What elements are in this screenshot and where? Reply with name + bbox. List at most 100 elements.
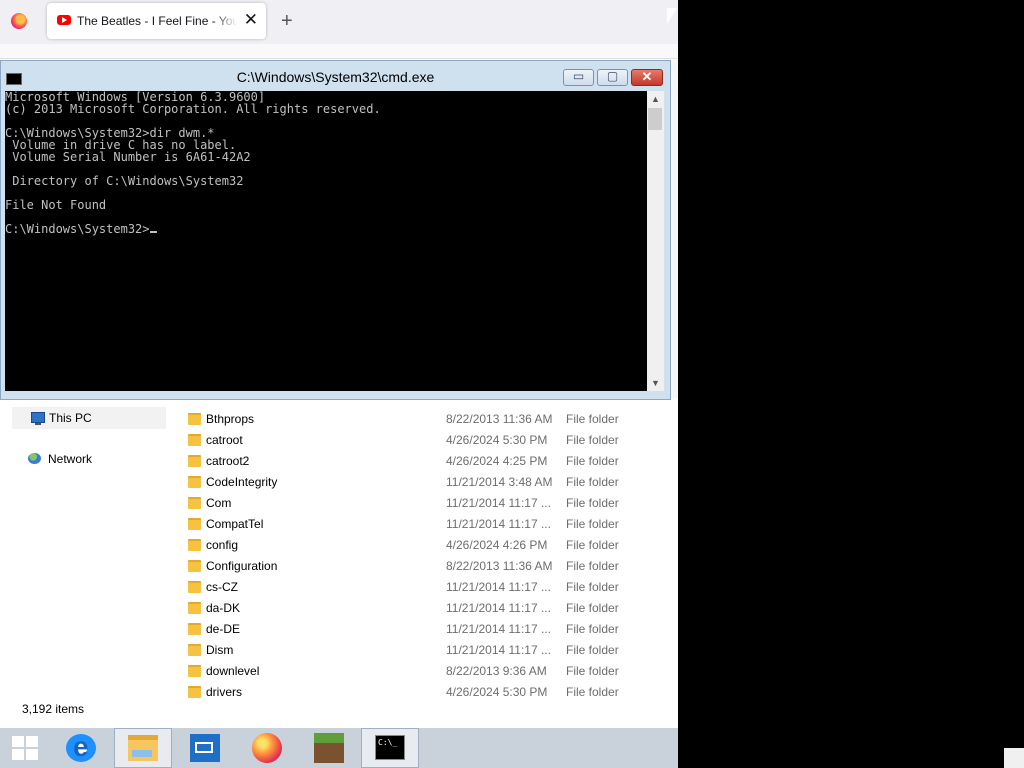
folder-icon [188,602,201,614]
navigation-pane: This PC Network [0,398,170,698]
list-item[interactable]: config 4/26/2024 4:26 PM File folder [180,534,670,555]
maximize-button[interactable]: ▢ [597,69,628,86]
new-tab-button[interactable]: + [281,10,293,32]
internet-explorer-icon [66,731,96,763]
start-button[interactable] [0,728,58,768]
file-date: 11/21/2014 11:17 ... [446,517,551,531]
list-item[interactable]: downlevel 8/22/2013 9:36 AM File folder [180,660,670,681]
file-date: 4/26/2024 5:30 PM [446,685,548,699]
console-line: File Not Found [5,198,107,212]
file-type: File folder [566,580,619,594]
file-name: CodeIntegrity [206,475,278,489]
vertical-scrollbar[interactable]: ▲ ▼ [647,91,664,391]
file-type: File folder [566,496,619,510]
file-type: File folder [566,643,619,657]
file-name: drivers [206,685,243,699]
file-date: 8/22/2013 9:36 AM [446,664,547,678]
file-type: File folder [566,559,619,573]
file-date: 4/26/2024 4:25 PM [446,454,548,468]
nav-item-label: This PC [49,411,92,425]
list-item[interactable]: da-DK 11/21/2014 11:17 ... File folder [180,597,670,618]
firefox-menu-icon[interactable] [11,13,27,29]
list-item[interactable]: catroot 4/26/2024 5:30 PM File folder [180,429,670,450]
firefox-icon [252,733,282,763]
file-name: cs-CZ [206,580,238,594]
file-type: File folder [566,622,619,636]
minimize-icon: ▭ [572,69,585,83]
mouse-pointer-icon [667,8,677,24]
file-date: 11/21/2014 11:17 ... [446,496,551,510]
scroll-down-icon[interactable]: ▼ [647,375,664,391]
list-item[interactable]: CodeIntegrity 11/21/2014 3:48 AM File fold… [180,471,670,492]
list-item[interactable]: drivers 4/26/2024 5:30 PM File folder [180,681,670,702]
window-titlebar[interactable]: C:\Windows\System32\cmd.exe ▭ ▢ ✕ [1,61,670,91]
folder-icon [188,455,201,467]
list-item[interactable]: Dism 11/21/2014 11:17 ... File folder [180,639,670,660]
nav-item-label: Network [48,452,93,466]
command-prompt-window[interactable]: C:\Windows\System32\cmd.exe ▭ ▢ ✕ Micros… [0,60,671,400]
folder-icon [188,581,201,593]
list-item[interactable]: Com 11/21/2014 11:17 ... File folder [180,492,670,513]
list-item[interactable]: CompatTel 11/21/2014 11:17 ... File folder [180,513,670,534]
taskbar-internet-explorer[interactable] [52,728,110,768]
taskbar-mail[interactable] [176,728,234,768]
start-icon [12,736,38,760]
file-name: Bthprops [206,412,255,426]
console-prompt: C:\Windows\System32> [5,222,150,236]
mail-icon [190,734,220,762]
text-cursor [149,231,157,233]
console-prompt-line: C:\Windows\System32> [5,223,647,235]
file-name: da-DK [206,601,241,615]
list-item[interactable]: Bthprops 8/22/2013 11:36 AM File folder [180,408,670,429]
file-name: config [206,538,239,552]
console-line: Volume Serial Number is 6A61-42A2 [5,150,251,164]
folder-icon [188,644,201,656]
file-date: 11/21/2014 11:17 ... [446,580,551,594]
minimize-button[interactable]: ▭ [563,69,594,86]
close-button[interactable]: ✕ [631,69,663,86]
youtube-icon [57,15,71,25]
folder-icon [188,497,201,509]
file-type: File folder [566,538,619,552]
folder-icon [188,476,201,488]
file-name: CompatTel [206,517,264,531]
file-explorer-window: This PC Network Bthprops 8/22/2013 11:36 … [0,398,678,728]
file-type: File folder [566,412,619,426]
file-date: 8/22/2013 11:36 AM [446,559,553,573]
console-line: (c) 2013 Microsoft Corporation. All righ… [5,102,381,116]
file-name: catroot [206,433,243,447]
file-date: 11/21/2014 11:17 ... [446,622,551,636]
file-type: File folder [566,685,619,699]
tab-bar: The Beatles - I Feel Fine - YouTube ✕ + [0,0,678,44]
nav-item-network[interactable]: Network [12,449,164,469]
file-date: 11/21/2014 11:17 ... [446,601,551,615]
scroll-up-icon[interactable]: ▲ [647,91,664,107]
list-item[interactable]: catroot2 4/26/2024 4:25 PM File folder [180,450,670,471]
file-name: catroot2 [206,454,250,468]
scrollbar-thumb[interactable] [648,108,662,130]
console-output[interactable]: Microsoft Windows [Version 6.3.9600] (c)… [5,91,647,391]
folder-icon [188,560,201,572]
file-type: File folder [566,454,619,468]
tab-title: The Beatles - I Feel Fine - YouTube [77,14,237,28]
taskbar-file-explorer[interactable] [114,728,172,768]
close-icon: ✕ [641,69,653,84]
file-date: 4/26/2024 5:30 PM [446,433,548,447]
tab-youtube[interactable]: The Beatles - I Feel Fine - YouTube ✕ [47,3,266,39]
folder-icon [188,434,201,446]
console-line: Directory of C:\Windows\System32 [5,174,244,188]
screen-corner [1004,748,1024,768]
taskbar-minecraft[interactable] [300,728,358,768]
nav-item-this-pc[interactable]: This PC [12,407,166,429]
list-item[interactable]: Configuration 8/22/2013 11:36 AM File fold… [180,555,670,576]
list-item[interactable]: de-DE 11/21/2014 11:17 ... File folder [180,618,670,639]
file-name: Com [206,496,232,510]
tab-close-icon[interactable]: ✕ [244,11,258,29]
file-explorer-icon [128,735,158,761]
list-item[interactable]: cs-CZ 11/21/2014 11:17 ... File folder [180,576,670,597]
taskbar-firefox[interactable] [238,728,296,768]
file-type: File folder [566,433,619,447]
computer-icon [31,412,45,425]
taskbar-command-prompt[interactable]: C:\_ [361,728,419,768]
folder-icon [188,413,201,425]
